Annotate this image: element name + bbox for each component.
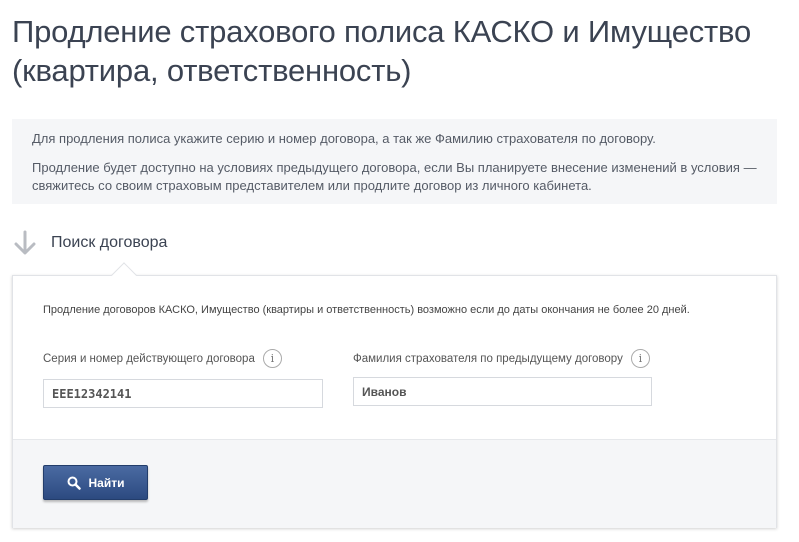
section-header: Поиск договора [12,228,412,258]
arrow-down-icon [12,229,38,257]
info-paragraph-instructions: Для продления полиса укажите серию и ном… [32,131,656,146]
card-caret [111,262,137,288]
contract-number-label-text: Серия и номер действующего договора [43,352,255,365]
info-paragraph-conditions: Продление будет доступно на условиях пре… [32,160,757,193]
search-card: Продление договоров КАСКО, Имущество (кв… [12,262,777,528]
contract-number-label: Серия и номер действующего договора i [43,349,282,368]
search-icon [67,476,81,490]
surname-label: Фамилия страхователя по предыдущему дого… [353,349,650,368]
info-icon[interactable]: i [262,349,282,368]
section-title: Поиск договора [51,234,168,251]
info-icon[interactable]: i [630,349,650,368]
find-button[interactable]: Найти [43,465,148,500]
surname-label-text: Фамилия страхователя по предыдущему дого… [353,352,623,365]
contract-number-input[interactable] [43,379,323,408]
card-footer: Найти [13,439,776,528]
renewal-notice: Продление договоров КАСКО, Имущество (кв… [43,304,690,316]
find-button-label: Найти [88,475,125,490]
info-box: Для продления полиса укажите серию и ном… [12,119,777,204]
page-title: Продление страхового полиса КАСКО и Имущ… [12,14,752,88]
surname-input[interactable] [353,377,652,406]
